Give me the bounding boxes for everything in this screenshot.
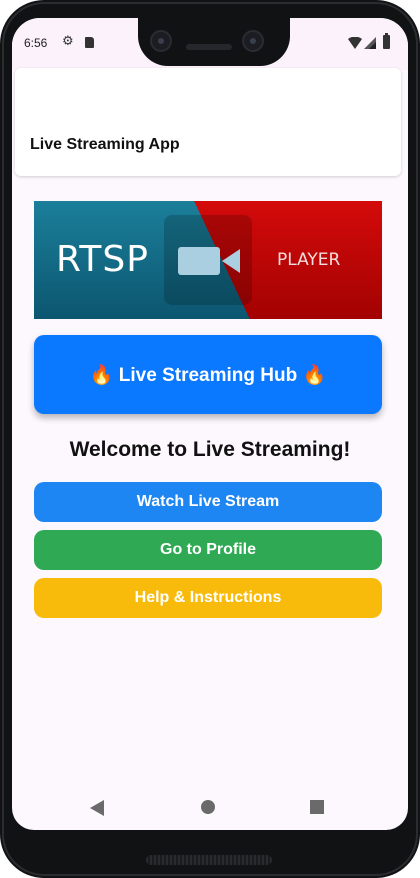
rtsp-player-banner: RTSP PLAYER xyxy=(34,201,382,319)
front-sensor-icon xyxy=(242,30,264,52)
go-to-profile-label: Go to Profile xyxy=(160,541,256,558)
wifi-icon xyxy=(348,37,362,49)
banner-player-text: PLAYER xyxy=(277,250,341,270)
live-streaming-hub-button[interactable]: 🔥 Live Streaming Hub 🔥 xyxy=(34,335,382,414)
camera-lens xyxy=(222,249,240,273)
phone-frame: 6:56 ⚙ Live Streaming App RTSP PLAYER 🔥 … xyxy=(0,0,420,878)
app-title: Live Streaming App xyxy=(30,136,180,153)
signal-icon xyxy=(364,37,376,49)
screen: 6:56 ⚙ Live Streaming App RTSP PLAYER 🔥 … xyxy=(12,18,408,830)
help-instructions-label: Help & Instructions xyxy=(134,589,282,606)
battery-icon xyxy=(383,33,390,49)
watch-live-stream-button[interactable]: Watch Live Stream xyxy=(34,482,382,522)
hub-label: 🔥 Live Streaming Hub 🔥 xyxy=(89,364,327,386)
welcome-heading: Welcome to Live Streaming! xyxy=(69,438,351,461)
home-icon[interactable] xyxy=(201,800,215,814)
help-instructions-button[interactable]: Help & Instructions xyxy=(34,578,382,618)
sd-card-icon xyxy=(85,37,94,48)
notch xyxy=(138,18,290,66)
earpiece xyxy=(186,44,232,50)
status-time: 6:56 xyxy=(24,36,48,50)
go-to-profile-button[interactable]: Go to Profile xyxy=(34,530,382,570)
back-icon[interactable] xyxy=(90,800,104,816)
video-camera-icon xyxy=(164,215,252,305)
camera-body xyxy=(178,247,220,275)
settings-icon: ⚙ xyxy=(62,33,74,48)
watch-live-stream-label: Watch Live Stream xyxy=(136,493,280,510)
recents-icon[interactable] xyxy=(310,800,324,814)
bottom-speaker-grille xyxy=(146,855,272,865)
app-header: Live Streaming App xyxy=(15,68,401,176)
banner-rtsp-text: RTSP xyxy=(56,239,149,280)
front-camera-icon xyxy=(150,30,172,52)
